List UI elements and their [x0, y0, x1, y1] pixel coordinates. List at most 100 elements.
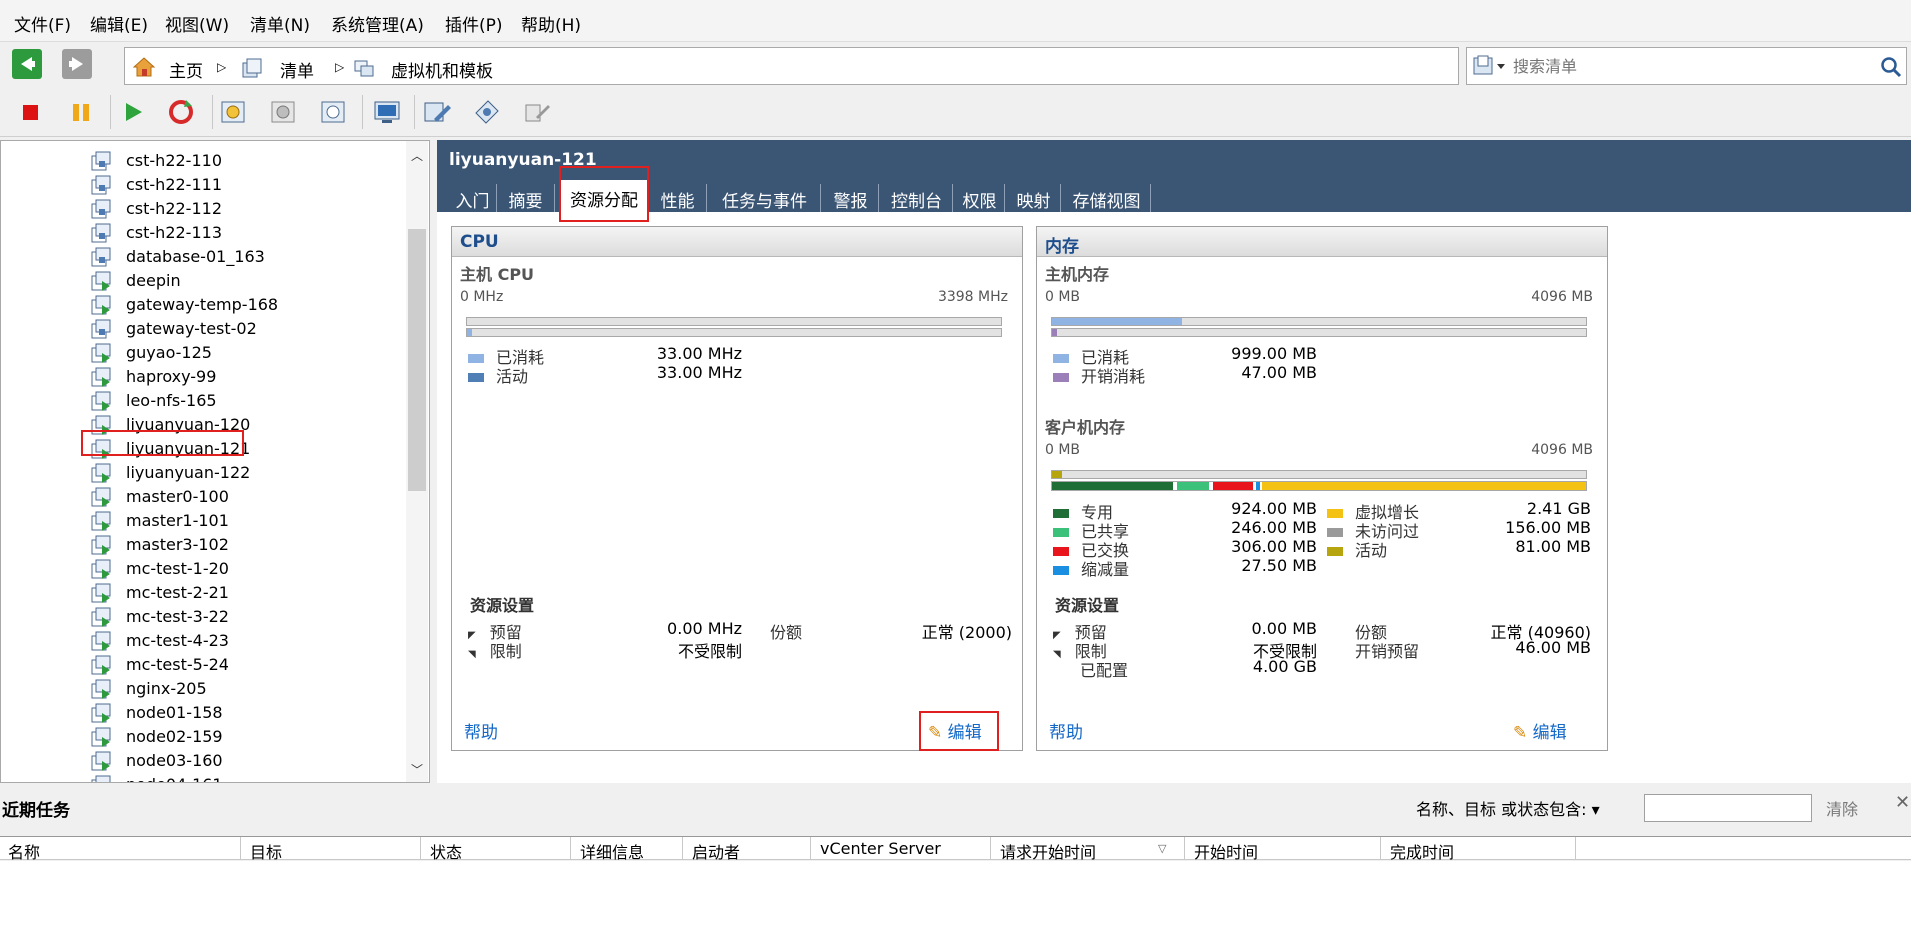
task-clear-button[interactable]: 清除 [1826, 796, 1858, 820]
migrate-button[interactable] [472, 97, 502, 127]
tab-alarms[interactable]: 警报 [823, 184, 879, 212]
menu-help[interactable]: 帮助(H) [521, 11, 581, 36]
tree-item[interactable]: mc-test-1-20 [91, 557, 411, 581]
tree-item[interactable]: guyao-125 [91, 341, 411, 365]
tree-item[interactable]: gateway-test-02 [91, 317, 411, 341]
menu-edit[interactable]: 编辑(E) [90, 11, 148, 36]
tree-item[interactable]: cst-h22-113 [91, 221, 411, 245]
tree-item[interactable]: mc-test-2-21 [91, 581, 411, 605]
tree-item[interactable]: cst-h22-112 [91, 197, 411, 221]
highlight-box [559, 166, 649, 222]
tree-item[interactable]: leo-nfs-165 [91, 389, 411, 413]
toolbar-separator [414, 95, 415, 129]
tree-scrollbar[interactable]: ︿ ﹀ [406, 141, 428, 782]
take-snapshot-button[interactable] [218, 97, 248, 127]
swapped-segment [1213, 482, 1253, 490]
column-vcenter-server[interactable]: vCenter Server [820, 839, 941, 858]
breadcrumb-vms-templates[interactable]: 虚拟机和模板 [391, 57, 493, 82]
memory-edit-link[interactable]: ✎ 编辑 [1513, 718, 1567, 743]
search-box[interactable] [1466, 47, 1907, 85]
power-on-button[interactable] [118, 97, 148, 127]
host-memory-consumed-value: 999.00 MB [1231, 344, 1317, 363]
tab-permissions[interactable]: 权限 [955, 184, 1005, 212]
task-filter-dropdown[interactable]: 名称、目标 或状态包含: ▾ [1416, 796, 1600, 820]
snapshot-manager-button[interactable] [318, 97, 348, 127]
tab-summary[interactable]: 摘要 [497, 184, 555, 212]
tree-item[interactable]: master0-100 [91, 485, 411, 509]
tree-item[interactable]: mc-test-5-24 [91, 653, 411, 677]
open-console-button[interactable] [372, 97, 402, 127]
tab-tasks-events[interactable]: 任务与事件 [709, 184, 821, 212]
breadcrumb-inventory[interactable]: 清单 [280, 57, 314, 82]
vm-powered-off-icon [91, 199, 111, 219]
tree-item[interactable]: node04-161 [91, 773, 411, 782]
address-bar[interactable]: 主页 ▷ 清单 ▷ 虚拟机和模板 [124, 47, 1459, 85]
tab-getting-started[interactable]: 入门 [449, 184, 497, 212]
search-scope-dropdown-icon[interactable] [1473, 55, 1507, 77]
vm-powered-on-icon [91, 487, 111, 507]
tab-performance[interactable]: 性能 [649, 184, 707, 212]
tree-item-label: leo-nfs-165 [126, 391, 217, 410]
column-details[interactable]: 详细信息 [580, 839, 644, 863]
tree-item[interactable]: node01-158 [91, 701, 411, 725]
guest-legend-active: 活动 [1327, 537, 1387, 561]
edit-settings-button[interactable] [422, 97, 452, 127]
column-status[interactable]: 状态 [430, 839, 462, 863]
menu-plugins[interactable]: 插件(P) [445, 11, 503, 36]
menu-administration[interactable]: 系统管理(A) [331, 11, 424, 36]
column-target[interactable]: 目标 [250, 839, 282, 863]
cpu-reservation-bar [466, 317, 1002, 326]
scroll-up-icon[interactable]: ︿ [411, 147, 423, 164]
tree-item[interactable]: mc-test-4-23 [91, 629, 411, 653]
menu-inventory[interactable]: 清单(N) [250, 11, 310, 36]
clone-button[interactable] [522, 97, 552, 127]
search-icon[interactable] [1879, 55, 1903, 79]
tree-item[interactable]: master1-101 [91, 509, 411, 533]
column-start-time[interactable]: 开始时间 [1194, 839, 1258, 863]
tree-item[interactable]: deepin [91, 269, 411, 293]
task-filter-input[interactable] [1644, 794, 1812, 822]
close-icon[interactable]: ✕ [1895, 792, 1910, 813]
cpu-limit-label: ◥ 限制 [468, 642, 522, 661]
tree-item[interactable]: mc-test-3-22 [91, 605, 411, 629]
back-button[interactable] [12, 49, 42, 79]
column-requested-start-time[interactable]: 请求开始时间 [1000, 839, 1096, 863]
cpu-help-link[interactable]: 帮助 [464, 718, 498, 743]
tree-item-label: node03-160 [126, 751, 223, 770]
tree-item[interactable]: node03-160 [91, 749, 411, 773]
tab-maps[interactable]: 映射 [1007, 184, 1061, 212]
tree-item[interactable]: cst-h22-110 [91, 149, 411, 173]
tree-item[interactable]: database-01_163 [91, 245, 411, 269]
column-completed-time[interactable]: 完成时间 [1390, 839, 1454, 863]
menu-file[interactable]: 文件(F) [14, 11, 71, 36]
column-initiated-by[interactable]: 启动者 [692, 839, 740, 863]
search-input[interactable] [1511, 53, 1851, 79]
breadcrumb-home[interactable]: 主页 [169, 57, 203, 82]
tree-item[interactable]: nginx-205 [91, 677, 411, 701]
scroll-down-icon[interactable]: ﹀ [411, 761, 423, 778]
scrollbar-thumb[interactable] [408, 229, 426, 491]
tree-item[interactable]: gateway-temp-168 [91, 293, 411, 317]
vm-powered-on-icon [91, 583, 111, 603]
suspend-button[interactable] [66, 97, 96, 127]
tree-item[interactable]: master3-102 [91, 533, 411, 557]
tree-item[interactable]: haproxy-99 [91, 365, 411, 389]
toolbar-separator [110, 95, 111, 129]
reset-button[interactable] [166, 97, 196, 127]
revert-snapshot-button[interactable] [268, 97, 298, 127]
cpu-panel: CPU 主机 CPU 0 MHz 3398 MHz 已消耗 33.00 MHz … [451, 226, 1023, 751]
menu-view[interactable]: 视图(W) [165, 11, 229, 36]
tree-item[interactable]: cst-h22-111 [91, 173, 411, 197]
column-name[interactable]: 名称 [8, 839, 40, 863]
cpu-active-value: 33.00 MHz [656, 363, 742, 382]
forward-button[interactable] [62, 49, 92, 79]
guest-active-value: 81.00 MB [1515, 537, 1591, 556]
tab-console[interactable]: 控制台 [881, 184, 953, 212]
inventory-tree[interactable]: cst-h22-110 cst-h22-111 cst-h22-112 cst-h22… [0, 140, 430, 783]
tree-item[interactable]: liyuanyuan-122 [91, 461, 411, 485]
tree-item[interactable]: node02-159 [91, 725, 411, 749]
menu-bar: 文件(F) 编辑(E) 视图(W) 清单(N) 系统管理(A) 插件(P) 帮助… [0, 0, 1911, 42]
tab-storage-views[interactable]: 存储视图 [1063, 184, 1151, 212]
memory-help-link[interactable]: 帮助 [1049, 718, 1083, 743]
power-off-button[interactable] [16, 97, 46, 127]
